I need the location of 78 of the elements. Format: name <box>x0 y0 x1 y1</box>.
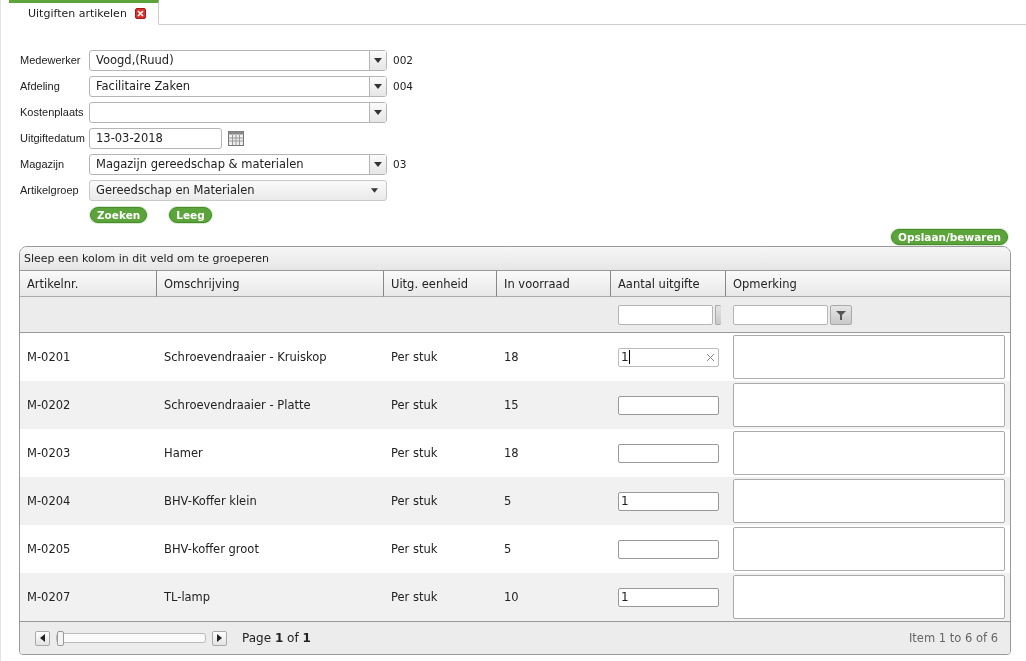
column-header[interactable]: Omschrijving <box>157 271 384 297</box>
page-text: Page 1 of 1 <box>242 631 311 645</box>
filter-icon <box>836 309 846 320</box>
caret-icon <box>374 161 382 167</box>
quantity-field[interactable]: 1 <box>618 347 719 367</box>
filter-field[interactable] <box>733 304 828 325</box>
table-cell-text: Per stuk <box>390 349 439 366</box>
table-cell-text: 5 <box>503 541 513 558</box>
table-cell-text: Per stuk <box>390 541 439 558</box>
table-cell-text: M-0202 <box>26 397 72 414</box>
table-cell-text: TL-lamp <box>163 589 212 606</box>
table-cell-text: Per stuk <box>390 445 439 462</box>
code-text: 03 <box>393 158 407 170</box>
field-label: Medewerker <box>20 54 82 66</box>
caret-icon <box>374 109 382 115</box>
table-cell-text: Per stuk <box>390 589 439 606</box>
table-cell-text: Per stuk <box>390 493 439 510</box>
combo-box[interactable]: Facilitaire Zaken <box>89 75 387 97</box>
item-count: Item 1 to 6 of 6 <box>908 631 998 645</box>
field-label: Kostenplaats <box>20 106 85 118</box>
remark-field[interactable] <box>733 479 1005 523</box>
quantity-field[interactable]: 1 <box>618 491 719 511</box>
remark-field[interactable] <box>733 431 1005 475</box>
table-cell-text: Schroevendraaier - Platte <box>163 397 312 414</box>
table-cell-text: M-0207 <box>26 589 72 606</box>
field-label: Uitgiftedatum <box>20 132 86 144</box>
column-header[interactable]: In voorraad <box>497 271 611 297</box>
quantity-field[interactable] <box>618 539 719 559</box>
combo-box[interactable]: Voogd,(Ruud) <box>89 49 387 71</box>
table-cell-text: M-0205 <box>26 541 72 558</box>
dropdown[interactable]: Gereedschap en Materialen <box>89 179 387 201</box>
slider-thumb[interactable] <box>57 631 64 646</box>
table-cell-text: 18 <box>503 445 520 462</box>
combo-box[interactable]: Magazijn gereedschap & materialen <box>89 153 387 175</box>
column-header[interactable]: Artikelnr. <box>20 271 157 297</box>
column-header[interactable]: Aantal uitgifte <box>611 271 726 297</box>
field-label: Magazijn <box>20 158 66 170</box>
table-cell-text: 15 <box>503 397 520 414</box>
calendar-icon[interactable] <box>228 130 244 146</box>
tab[interactable]: Uitgiften artikelen <box>9 0 159 25</box>
quantity-field[interactable] <box>618 395 719 415</box>
code-text: 002 <box>393 54 414 66</box>
caret-icon <box>374 57 382 63</box>
table-cell-text: BHV-koffer groot <box>163 541 260 558</box>
table-cell-text: 18 <box>503 349 520 366</box>
quantity-field[interactable] <box>618 443 719 463</box>
field-label: Artikelgroep <box>20 184 80 196</box>
column-header[interactable]: Opmerking <box>726 271 1010 297</box>
table-cell-text: M-0204 <box>26 493 72 510</box>
close-icon[interactable] <box>134 8 146 19</box>
remark-field[interactable] <box>733 527 1005 571</box>
remark-field[interactable] <box>733 383 1005 427</box>
field-label: Afdeling <box>20 80 61 92</box>
table-cell-text: 5 <box>503 493 513 510</box>
caret-icon <box>371 187 378 193</box>
table-cell-text: M-0203 <box>26 445 72 462</box>
remark-field[interactable] <box>733 575 1005 619</box>
column-header[interactable]: Uitg. eenheid <box>384 271 497 297</box>
table-cell-text: M-0201 <box>26 349 72 366</box>
code-text: 004 <box>393 80 414 92</box>
table-cell-text: Hamer <box>163 445 204 462</box>
table-cell-text: 10 <box>503 589 520 606</box>
left-arrow-icon <box>40 634 45 642</box>
filter-field[interactable] <box>618 304 713 325</box>
group-hint: Sleep een kolom in dit veld om te groeperen <box>24 252 269 265</box>
filter-button[interactable] <box>830 304 852 325</box>
table-cell-text: Per stuk <box>390 397 439 414</box>
combo-box[interactable] <box>89 101 387 123</box>
previous-button[interactable] <box>35 630 50 646</box>
quantity-field[interactable]: 1 <box>618 587 719 607</box>
right-arrow-icon <box>217 634 222 642</box>
remark-field[interactable] <box>733 335 1005 379</box>
date-field[interactable]: 13-03-2018 <box>89 127 222 149</box>
next-button[interactable] <box>212 630 227 646</box>
table-cell-text: Schroevendraaier - Kruiskop <box>163 349 328 366</box>
caret-icon <box>374 83 382 89</box>
table-cell-text: BHV-Koffer klein <box>163 493 258 510</box>
clear-icon[interactable] <box>707 353 714 361</box>
